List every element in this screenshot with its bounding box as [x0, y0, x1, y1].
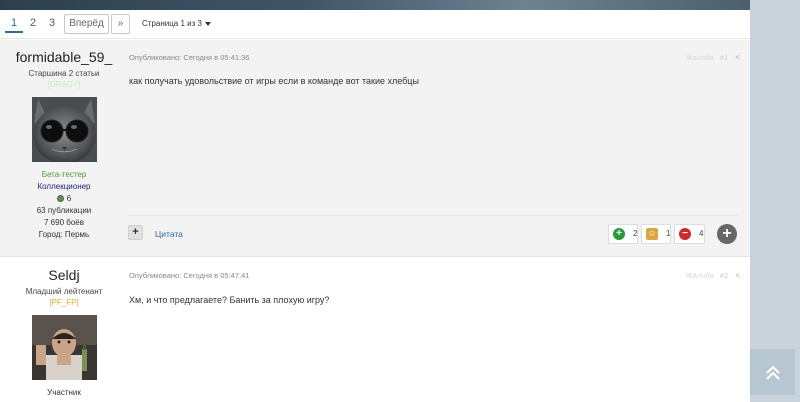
chevron-double-up-icon	[765, 365, 780, 380]
post-text: как получать удовольствие от игры если в…	[129, 76, 419, 86]
clan-tag[interactable]: [PF_FP]	[0, 298, 128, 308]
post-content: Опубликовано: Сегодня в 05:47:41 Жалоба …	[128, 258, 750, 402]
avatar[interactable]	[31, 97, 97, 162]
multiquote-button[interactable]: +	[128, 225, 143, 240]
post-1: formidable_59_ Старшина 2 статьи [DRAGY]	[0, 40, 750, 257]
minus-reaction-icon: −	[679, 228, 691, 240]
post-date[interactable]: Опубликовано: Сегодня в 05:47:41	[129, 271, 249, 280]
user-badge: Участник	[47, 388, 81, 397]
scroll-to-top-button[interactable]	[750, 349, 795, 395]
page-link-1[interactable]: 1	[5, 13, 23, 33]
reaction-plus-count: 2	[633, 229, 638, 238]
report-link[interactable]: Жалоба	[686, 271, 714, 280]
share-icon[interactable]: <	[735, 53, 740, 62]
post-date[interactable]: Опубликовано: Сегодня в 05:41:36	[129, 53, 249, 62]
avatar[interactable]	[31, 315, 97, 380]
last-page-button[interactable]: »	[111, 14, 130, 34]
quote-button[interactable]: Цитата	[155, 229, 183, 239]
reaction-emoji-count: 1	[666, 229, 671, 238]
header-banner	[0, 0, 750, 10]
post-content: Опубликовано: Сегодня в 05:41:36 Жалоба …	[128, 40, 750, 256]
username-link[interactable]: formidable_59_	[0, 49, 128, 65]
post-author-panel: formidable_59_ Старшина 2 статьи [DRAGY]	[0, 40, 128, 241]
forum-topic-page: 1 2 3 Вперёд » Страница 1 из 3 formidabl…	[0, 0, 750, 402]
user-title: Коллекционер	[37, 182, 91, 191]
reaction-minus-count: 4	[699, 229, 704, 238]
post-tools: Жалоба #2 <	[686, 271, 740, 280]
page-info-label: Страница 1 из 3	[142, 19, 202, 28]
caret-down-icon	[204, 21, 211, 26]
user-city: Город: Пермь	[38, 230, 90, 239]
post-2: Seldj Младший лейтенант [PF_FP] Участник…	[0, 258, 750, 402]
page-side-background	[750, 0, 800, 402]
username-link[interactable]: Seldj	[0, 267, 128, 283]
pagination: 1 2 3 Вперёд » Страница 1 из 3	[0, 10, 750, 39]
emoji-reaction-icon: ☺	[646, 228, 658, 240]
reputation: 6	[0, 193, 128, 205]
reputation-icon	[56, 195, 64, 203]
user-rank: Младший лейтенант	[25, 287, 103, 296]
plus-reaction-icon: +	[613, 228, 625, 240]
more-reactions-button[interactable]: +	[717, 224, 737, 244]
man-avatar-image	[31, 315, 97, 380]
reputation-count: 6	[66, 194, 72, 203]
post-divider	[128, 215, 738, 216]
reaction-minus[interactable]: − 4	[674, 224, 705, 244]
post-number-link[interactable]: #1	[720, 53, 728, 62]
report-link[interactable]: Жалоба	[686, 53, 714, 62]
reaction-plus[interactable]: + 2	[608, 224, 638, 244]
publications-count: 63 публикации	[36, 206, 92, 215]
page-link-3[interactable]: 3	[43, 13, 61, 33]
post-author-panel: Seldj Младший лейтенант [PF_FP] Участник	[0, 258, 128, 399]
cat-avatar-image	[31, 97, 97, 162]
page-link-2[interactable]: 2	[24, 13, 42, 33]
post-text: Хм, и что предлагаете? Банить за плохую …	[129, 295, 330, 305]
post-tools: Жалоба #1 <	[686, 53, 740, 62]
post-number-link[interactable]: #2	[720, 271, 728, 280]
reaction-emoji[interactable]: ☺ 1	[641, 224, 671, 244]
battles-count: 7 690 боёв	[44, 218, 84, 227]
user-rank: Старшина 2 статьи	[28, 69, 100, 78]
next-page-button[interactable]: Вперёд	[64, 14, 109, 34]
clan-tag[interactable]: [DRAGY]	[0, 80, 128, 90]
user-badge: Бета-тестер	[41, 170, 87, 179]
share-icon[interactable]: <	[735, 271, 740, 280]
page-jump-dropdown[interactable]: Страница 1 из 3	[142, 19, 211, 28]
